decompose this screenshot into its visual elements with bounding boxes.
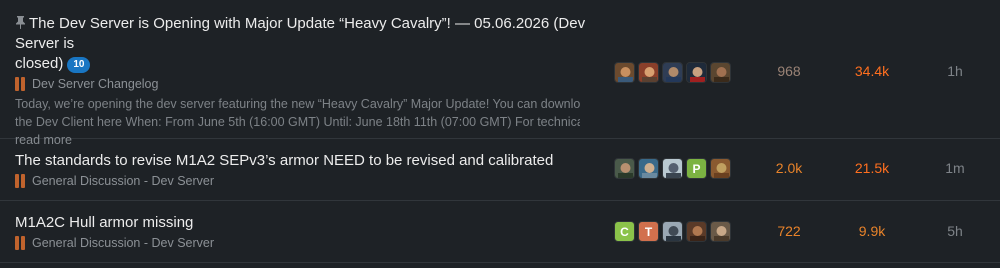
- replies-count[interactable]: 968: [754, 63, 824, 79]
- avatar[interactable]: [710, 62, 731, 83]
- excerpt-line: Today, we’re opening the dev server feat…: [15, 97, 580, 111]
- category-name[interactable]: General Discussion - Dev Server: [32, 235, 214, 251]
- category-badge-icon: [15, 236, 25, 250]
- topic-title-text-cont[interactable]: closed): [15, 55, 63, 72]
- avatar[interactable]: [662, 221, 683, 242]
- avatar-letter: T: [644, 224, 653, 239]
- category-link[interactable]: General Discussion - Dev Server: [15, 235, 595, 251]
- avatar[interactable]: [614, 62, 635, 83]
- topic-main: M1A2C Hull armor missing General Discuss…: [15, 213, 595, 251]
- views-count: 9.9k: [858, 223, 886, 239]
- avatar[interactable]: [662, 158, 683, 179]
- category-name[interactable]: General Discussion - Dev Server: [32, 173, 214, 189]
- replies-count[interactable]: 722: [754, 223, 824, 239]
- category-name[interactable]: Dev Server Changelog: [32, 76, 158, 92]
- topic-main: The standards to revise M1A2 SEPv3’s arm…: [15, 151, 595, 189]
- avatar-letter: P: [692, 161, 701, 176]
- avatar[interactable]: [614, 158, 635, 179]
- category-badge-icon: [15, 77, 25, 91]
- avatar[interactable]: [686, 62, 707, 83]
- topic-row[interactable]: M1A2C Hull armor missing General Discuss…: [0, 201, 1000, 263]
- avatar-letter: C: [620, 224, 629, 239]
- pin-icon: [16, 16, 25, 29]
- activity-time[interactable]: 1h: [920, 63, 990, 79]
- topic-title[interactable]: The standards to revise M1A2 SEPv3’s arm…: [15, 151, 595, 171]
- excerpt-line: the Dev Client here When: From June 5th …: [15, 115, 580, 129]
- avatar[interactable]: [686, 221, 707, 242]
- views-count: 21.5k: [854, 160, 890, 176]
- avatar[interactable]: [710, 158, 731, 179]
- avatar[interactable]: [662, 62, 683, 83]
- poster-avatars: P: [614, 158, 731, 179]
- category-link[interactable]: Dev Server Changelog: [15, 76, 595, 92]
- topic-main: The Dev Server is Opening with Major Upd…: [15, 14, 595, 149]
- poster-avatars: [614, 62, 731, 83]
- avatar[interactable]: P: [686, 158, 707, 179]
- replies-count[interactable]: 2.0k: [754, 160, 824, 176]
- activity-time[interactable]: 5h: [920, 223, 990, 239]
- views-count: 34.4k: [854, 63, 890, 79]
- avatar[interactable]: [638, 62, 659, 83]
- unread-count-badge[interactable]: 10: [67, 57, 91, 73]
- avatar[interactable]: [710, 221, 731, 242]
- poster-avatars: C T: [614, 221, 731, 242]
- topic-row[interactable]: The Dev Server is Opening with Major Upd…: [0, 0, 1000, 147]
- topic-title-text[interactable]: The Dev Server is Opening with Major Upd…: [15, 15, 585, 52]
- topic-title[interactable]: The Dev Server is Opening with Major Upd…: [15, 14, 595, 74]
- avatar[interactable]: [638, 158, 659, 179]
- topic-row[interactable]: The standards to revise M1A2 SEPv3’s arm…: [0, 139, 1000, 201]
- avatar[interactable]: C: [614, 221, 635, 242]
- category-link[interactable]: General Discussion - Dev Server: [15, 173, 595, 189]
- topic-title[interactable]: M1A2C Hull armor missing: [15, 213, 595, 233]
- avatar[interactable]: T: [638, 221, 659, 242]
- category-badge-icon: [15, 174, 25, 188]
- activity-time[interactable]: 1m: [920, 160, 990, 176]
